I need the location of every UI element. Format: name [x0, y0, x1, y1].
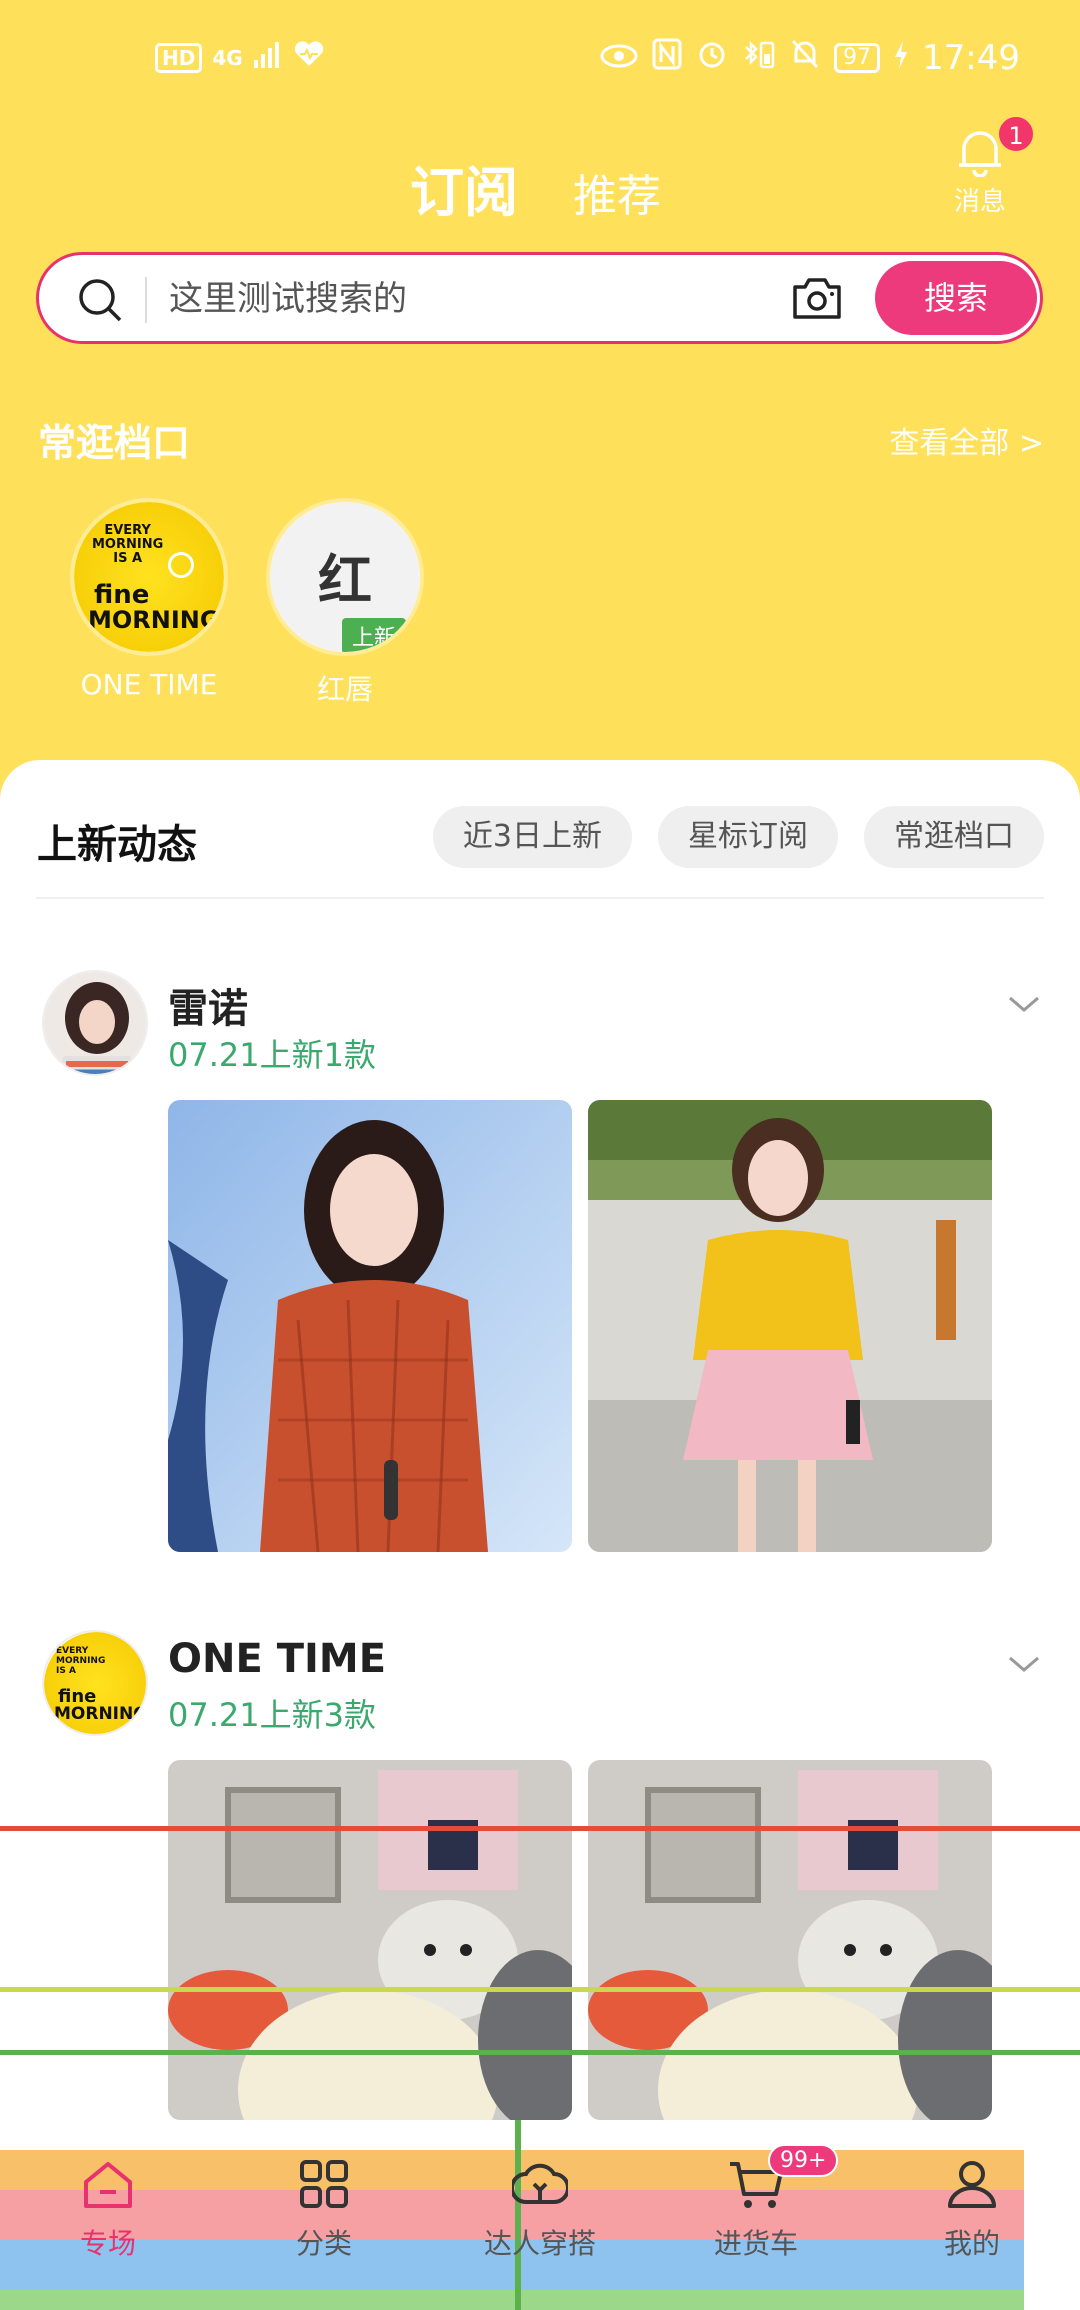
- new-arrival-tag: 上新: [342, 618, 407, 652]
- profiler-threshold-line: [0, 1826, 1080, 1831]
- home-icon: [84, 2162, 132, 2208]
- search-bar: 搜索: [36, 252, 1043, 344]
- stall-red-lips[interactable]: 红 上新 红唇: [260, 498, 430, 708]
- user-name: ONE TIME: [168, 1636, 387, 1682]
- filter-recent-3-days[interactable]: 近3日上新: [432, 806, 632, 868]
- product-photos: [168, 1100, 992, 1552]
- clock: 17:49: [922, 38, 1020, 78]
- new-arrival-info: 07.21上新3款: [168, 1696, 376, 1734]
- cart-count-badge: 99+: [768, 2144, 839, 2177]
- stall-one-time[interactable]: EVERY MORNING IS A fine MORNING ONE TIME: [64, 498, 234, 701]
- search-divider: [145, 277, 147, 323]
- bluetooth-battery-icon: [742, 38, 776, 78]
- charging-icon: [894, 38, 908, 78]
- filter-frequent[interactable]: 常逛档口: [864, 806, 1044, 868]
- notifications-button[interactable]: 消息 1: [945, 115, 1035, 218]
- notification-count-badge: 1: [997, 115, 1035, 153]
- nav-home[interactable]: 专场: [28, 2156, 188, 2262]
- nav-label: 专场: [79, 2227, 136, 2260]
- search-button[interactable]: 搜索: [875, 261, 1037, 335]
- fine-morning-logo: EVERY MORNING IS A fine MORNING: [44, 1632, 146, 1734]
- product-photos: [168, 1760, 992, 2120]
- mute-icon: [790, 38, 820, 78]
- chevron-down-icon[interactable]: [1006, 1652, 1042, 1676]
- hd-badge: HD: [155, 42, 203, 73]
- divider: [36, 897, 1044, 899]
- user-name: 雷诺: [168, 986, 248, 1032]
- nav-profile[interactable]: 我的: [892, 2156, 1052, 2262]
- nav-cart[interactable]: 进货车 99+: [676, 2144, 839, 2262]
- view-all-link[interactable]: 查看全部 >: [889, 418, 1044, 462]
- search-icon: [79, 279, 122, 322]
- stall-name: ONE TIME: [80, 668, 218, 701]
- stall-avatar: 红 上新: [266, 498, 424, 656]
- status-bar: HD 4G 97 17:49: [0, 0, 1080, 120]
- notifications-label: 消息: [953, 187, 1006, 217]
- alarm-icon: [696, 38, 728, 78]
- letter-avatar: 红 上新: [270, 502, 420, 652]
- tab-recommend[interactable]: 推荐: [573, 160, 661, 224]
- network-badge: 4G: [212, 45, 243, 70]
- avatar[interactable]: [42, 970, 148, 1076]
- feed-card: 上新动态 近3日上新 星标订阅 常逛档口 雷诺 07.21上新1款 EVERY …: [0, 760, 1080, 2150]
- chevron-down-icon[interactable]: [1006, 992, 1042, 1016]
- tab-subscribe[interactable]: 订阅: [410, 148, 518, 227]
- nfc-icon: [652, 38, 682, 78]
- nav-category[interactable]: 分类: [244, 2156, 404, 2262]
- new-arrival-info: 07.21上新1款: [168, 1036, 376, 1074]
- stall-name: 红唇: [316, 673, 373, 706]
- nav-label: 进货车: [713, 2227, 798, 2260]
- feed-filters: 近3日上新 星标订阅 常逛档口: [432, 806, 1044, 868]
- header-tabs: 订阅 推荐: [410, 148, 661, 227]
- feed-title: 上新动态: [37, 822, 197, 868]
- frequent-stalls-title: 常逛档口: [38, 421, 191, 465]
- camera-icon[interactable]: [791, 275, 843, 321]
- product-image[interactable]: [168, 1760, 572, 2120]
- avatar[interactable]: EVERY MORNING IS A fine MORNING: [42, 1630, 148, 1736]
- product-image[interactable]: [168, 1100, 572, 1552]
- nav-outfits[interactable]: 达人穿搭: [460, 2156, 620, 2262]
- signal-icon: [253, 40, 283, 75]
- grid-icon: [300, 2160, 348, 2208]
- status-left: HD 4G: [155, 40, 325, 75]
- search-input[interactable]: [169, 273, 809, 325]
- nav-label: 达人穿搭: [483, 2227, 596, 2260]
- hanger-icon: [512, 2163, 568, 2204]
- nav-label: 分类: [295, 2227, 352, 2260]
- bottom-navigation: 专场 分类 达人穿搭 进货车 99+ 我的: [0, 2120, 1080, 2310]
- battery-indicator: 97: [834, 43, 881, 73]
- profiler-threshold-line: [0, 2050, 1080, 2055]
- nav-label: 我的: [943, 2227, 1000, 2260]
- status-right: 97 17:49: [600, 38, 1020, 78]
- fine-morning-logo: EVERY MORNING IS A fine MORNING: [74, 502, 224, 652]
- user-icon: [948, 2161, 996, 2208]
- stall-avatar: EVERY MORNING IS A fine MORNING: [70, 498, 228, 656]
- filter-starred[interactable]: 星标订阅: [658, 806, 838, 868]
- product-image[interactable]: [588, 1760, 992, 2120]
- eye-icon: [600, 41, 638, 76]
- profiler-threshold-line: [0, 1987, 1080, 1992]
- health-heart-icon: [293, 40, 325, 75]
- product-image[interactable]: [588, 1100, 992, 1552]
